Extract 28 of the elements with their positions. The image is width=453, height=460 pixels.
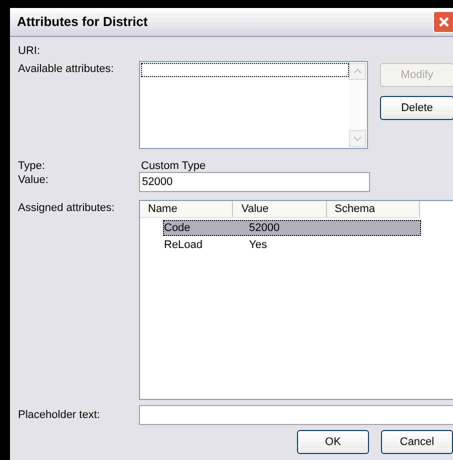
column-header[interactable]: Name [140, 201, 234, 217]
field-label: Available attributes: [18, 62, 115, 77]
list-cell-text: Yes [249, 238, 268, 252]
scroll-down-icon [349, 130, 366, 147]
column-header[interactable]: Schema [326, 201, 420, 217]
dialog-button[interactable]: Cancel [381, 430, 453, 454]
scroll-up-icon [349, 63, 366, 80]
window-title: Attributes for District [17, 13, 148, 32]
list-row[interactable]: Code 52000 [163, 220, 421, 236]
uri-label: URI: [18, 44, 41, 59]
dialog-button[interactable]: OK [297, 430, 369, 454]
list-cell-text: Code [164, 221, 192, 235]
column-header[interactable]: Value [233, 201, 327, 217]
attributes-list[interactable] [139, 61, 368, 149]
placeholder-field[interactable] [139, 405, 453, 425]
dialog-button[interactable]: Delete [380, 96, 453, 120]
type-value: Custom Type [141, 159, 206, 172]
list-cell-text: 52000 [249, 221, 281, 235]
value-field[interactable]: 52000 [139, 172, 370, 192]
field-label: Placeholder text: [18, 408, 101, 423]
assigned-list[interactable]: Name Value Schema Code 52000 ReLoad Yes [139, 200, 453, 400]
field-label: Type: [18, 159, 46, 172]
field-label: Assigned attributes: [18, 201, 116, 216]
list-cell-text: ReLoad [164, 238, 204, 252]
list-row[interactable]: ReLoad Yes [163, 237, 421, 253]
field-label: Value: [18, 173, 50, 188]
close-icon [438, 16, 450, 28]
close-button[interactable] [433, 11, 453, 33]
